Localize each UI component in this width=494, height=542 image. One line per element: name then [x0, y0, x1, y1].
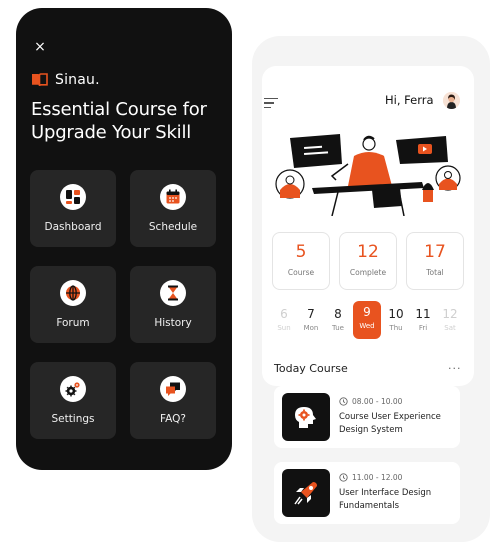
close-icon[interactable]: ×: [32, 39, 48, 55]
stat-complete[interactable]: 12 Complete: [339, 232, 397, 290]
menu-item-label: Dashboard: [44, 221, 102, 233]
course-info: 08.00 - 10.00 Course User Experience Des…: [339, 397, 457, 437]
day-item-selected[interactable]: 9 Wed: [353, 301, 381, 339]
day-number: 11: [415, 307, 431, 321]
hamburger-menu-icon[interactable]: [264, 98, 278, 109]
course-time-text: 08.00 - 10.00: [352, 397, 403, 406]
menu-item-label: History: [154, 317, 192, 329]
avatar[interactable]: [443, 92, 460, 109]
menu-item-label: Schedule: [148, 221, 198, 233]
course-card[interactable]: 11.00 - 12.00 User Interface Design Fund…: [274, 462, 460, 524]
menu-title: Essential Course for Upgrade Your Skill: [31, 99, 207, 143]
more-options-icon[interactable]: ···: [448, 362, 462, 375]
showcase-stage: × Sinau. Essential Course for Upgrade Yo…: [0, 0, 494, 542]
stat-value: 12: [357, 242, 379, 262]
day-name: Sun: [277, 324, 291, 332]
course-time-text: 11.00 - 12.00: [352, 473, 403, 482]
course-time: 08.00 - 10.00: [339, 397, 457, 406]
menu-screen: × Sinau. Essential Course for Upgrade Yo…: [16, 8, 232, 470]
day-number: 7: [307, 307, 315, 321]
globe-icon: [60, 280, 86, 306]
course-card[interactable]: 08.00 - 10.00 Course User Experience Des…: [274, 386, 460, 448]
menu-item-schedule[interactable]: Schedule: [130, 170, 216, 247]
book-logo-icon: [31, 73, 48, 87]
clock-icon: [339, 473, 348, 482]
day-number: 6: [280, 307, 288, 321]
day-number: 8: [334, 307, 342, 321]
course-info: 11.00 - 12.00 User Interface Design Fund…: [339, 473, 457, 513]
day-item[interactable]: 8 Tue: [326, 303, 350, 337]
section-title: Today Course: [274, 362, 348, 375]
menu-item-dashboard[interactable]: Dashboard: [30, 170, 116, 247]
day-item[interactable]: 10 Thu: [384, 303, 408, 337]
day-item[interactable]: 12 Sat: [438, 303, 462, 337]
stat-value: 5: [295, 242, 307, 262]
menu-item-label: Forum: [56, 317, 90, 329]
stat-course[interactable]: 5 Course: [272, 232, 330, 290]
course-time: 11.00 - 12.00: [339, 473, 457, 482]
course-title: Course User Experience Design System: [339, 412, 441, 435]
stat-value: 17: [424, 242, 446, 262]
menu-item-faq[interactable]: FAQ?: [130, 362, 216, 439]
day-number: 9: [363, 305, 371, 319]
day-number: 10: [388, 307, 404, 321]
day-number: 12: [442, 307, 458, 321]
day-selector: 6 Sun 7 Mon 8 Tue 9 Wed 10 Thu 11 Fri 12…: [272, 301, 462, 339]
greeting-text: Hi, Ferra: [385, 93, 434, 107]
stat-total[interactable]: 17 Total: [406, 232, 464, 290]
stat-label: Complete: [349, 268, 387, 277]
stats-row: 5 Course 12 Complete 17 Total: [272, 232, 464, 290]
menu-item-label: Settings: [51, 413, 95, 425]
day-item[interactable]: 7 Mon: [299, 303, 323, 337]
menu-item-label: FAQ?: [160, 413, 186, 425]
day-name: Mon: [303, 324, 319, 332]
day-name: Wed: [359, 322, 375, 330]
clock-icon: [339, 397, 348, 406]
stat-label: Course: [287, 268, 315, 277]
brand: Sinau.: [31, 72, 100, 88]
brain-gear-icon: [282, 393, 330, 441]
stat-label: Total: [426, 268, 444, 277]
day-name: Fri: [418, 324, 428, 332]
chat-icon: [160, 376, 186, 402]
day-item[interactable]: 6 Sun: [272, 303, 296, 337]
gear-icon: [60, 376, 86, 402]
day-name: Thu: [389, 324, 403, 332]
course-title: User Interface Design Fundamentals: [339, 488, 432, 511]
brand-name: Sinau.: [55, 72, 100, 88]
day-item[interactable]: 11 Fri: [411, 303, 435, 337]
menu-item-forum[interactable]: Forum: [30, 266, 116, 343]
learning-illustration: [272, 130, 466, 217]
home-screen: Hi, Ferra 5 Course 12 Complete 17 Total …: [252, 36, 490, 542]
menu-item-history[interactable]: History: [130, 266, 216, 343]
day-name: Tue: [332, 324, 344, 332]
rocket-icon: [282, 469, 330, 517]
calendar-icon: [160, 184, 186, 210]
menu-item-settings[interactable]: Settings: [30, 362, 116, 439]
hourglass-icon: [160, 280, 186, 306]
day-name: Sat: [444, 324, 456, 332]
menu-grid: Dashboard Schedule Forum History Setting…: [30, 170, 218, 439]
dashboard-icon: [60, 184, 86, 210]
